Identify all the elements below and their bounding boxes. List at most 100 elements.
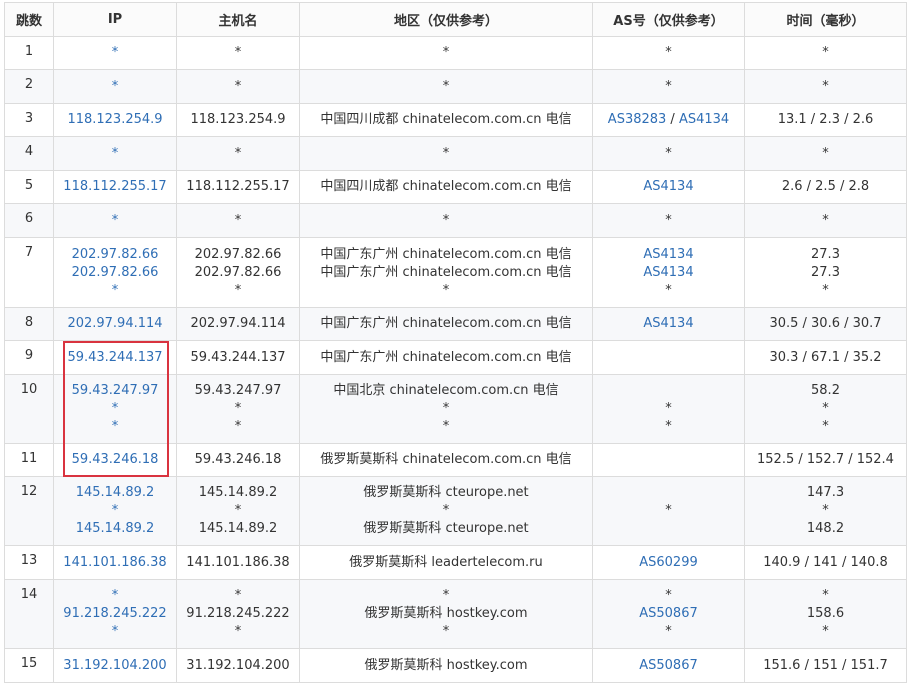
header-ip: IP bbox=[53, 2, 177, 37]
time-cell: 30.5 / 30.6 / 30.7 bbox=[744, 307, 907, 341]
ip-link[interactable]: 202.97.82.66 bbox=[54, 246, 176, 264]
hostname-cell: * bbox=[176, 69, 300, 104]
as-line: * bbox=[593, 145, 744, 163]
ip-link[interactable]: 59.43.246.18 bbox=[54, 451, 176, 469]
time-cell: 30.3 / 67.1 / 35.2 bbox=[744, 340, 907, 375]
hostname-text: * bbox=[234, 78, 242, 94]
hostname-text: 202.97.94.114 bbox=[190, 316, 286, 331]
ip-cell: 118.123.254.9 bbox=[53, 103, 177, 137]
region-cell: * bbox=[299, 136, 593, 171]
region-text: 俄罗斯莫斯科 cteurope.net bbox=[363, 521, 529, 536]
as-link[interactable]: AS4134 bbox=[643, 247, 693, 262]
as-placeholder: * bbox=[665, 419, 672, 434]
header-region: 地区（仅供参考） bbox=[299, 2, 593, 37]
ip-link[interactable]: 141.101.186.38 bbox=[54, 554, 176, 572]
as-line: AS4134 bbox=[593, 315, 744, 333]
time-cell: 58.2 * * bbox=[744, 374, 907, 444]
as-line bbox=[593, 349, 744, 367]
hostname-text: 145.14.89.2 bbox=[198, 485, 278, 500]
ip-link[interactable]: 145.14.89.2 bbox=[54, 484, 176, 502]
time-text: * bbox=[822, 78, 829, 94]
time-text: 30.5 / 30.6 / 30.7 bbox=[769, 316, 882, 331]
hostname-cell: 59.43.247.97 * * bbox=[176, 374, 300, 444]
table-row: 15 31.192.104.200 31.192.104.200 俄罗斯莫斯科 hos… bbox=[4, 648, 907, 683]
time-cell: 151.6 / 151 / 151.7 bbox=[744, 648, 907, 683]
time-cell: * bbox=[744, 69, 907, 104]
hostname-text: 202.97.82.66 bbox=[194, 264, 282, 280]
table-row: 3 118.123.254.9 118.123.254.9 中国四川成都 chinat… bbox=[4, 103, 907, 137]
ip-link[interactable]: 31.192.104.200 bbox=[54, 657, 176, 675]
time-text: 27.3 bbox=[811, 264, 840, 280]
ip-link[interactable]: 59.43.244.137 bbox=[54, 349, 176, 367]
time-cell: 152.5 / 152.7 / 152.4 bbox=[744, 443, 907, 477]
as-line: * bbox=[593, 44, 744, 62]
table-row: 1 * * * * * bbox=[4, 36, 907, 70]
as-cell: * bbox=[592, 476, 745, 546]
hop-number: 7 bbox=[4, 237, 54, 308]
as-line: AS4134 bbox=[593, 264, 744, 282]
time-cell: 2.6 / 2.5 / 2.8 bbox=[744, 170, 907, 204]
as-link[interactable]: AS4134 bbox=[643, 265, 693, 280]
region-text: 中国广东广州 chinatelecom.com.cn 电信 bbox=[320, 264, 572, 280]
region-cell: 俄罗斯莫斯科 cteurope.net * 俄罗斯莫斯科 cteurope.net bbox=[299, 476, 593, 546]
hostname-text: * bbox=[234, 212, 242, 228]
as-link[interactable]: AS38283 bbox=[608, 112, 667, 127]
hostname-text: * bbox=[234, 588, 242, 603]
region-text: 中国广东广州 chinatelecom.com.cn 电信 bbox=[320, 316, 572, 331]
as-line bbox=[593, 382, 744, 400]
region-text: * bbox=[442, 45, 450, 60]
region-cell: 俄罗斯莫斯科 hostkey.com bbox=[299, 648, 593, 683]
as-link[interactable]: AS60299 bbox=[639, 555, 698, 570]
as-line bbox=[593, 451, 744, 469]
hop-number: 8 bbox=[4, 307, 54, 341]
region-cell: * bbox=[299, 69, 593, 104]
as-placeholder: * bbox=[665, 624, 672, 639]
as-link[interactable]: AS50867 bbox=[639, 658, 698, 673]
ip-link[interactable]: 118.112.255.17 bbox=[54, 178, 176, 196]
region-text: 俄罗斯莫斯科 hostkey.com bbox=[364, 606, 528, 621]
region-cell: 中国广东广州 chinatelecom.com.cn 电信 中国广东广州 chin… bbox=[299, 237, 593, 308]
hop-number: 15 bbox=[4, 648, 54, 683]
as-link[interactable]: AS4134 bbox=[679, 112, 729, 127]
hostname-text: * bbox=[234, 401, 242, 416]
as-placeholder: * bbox=[665, 78, 672, 94]
hop-number: 9 bbox=[4, 340, 54, 375]
as-line: * bbox=[593, 400, 744, 418]
ip-link[interactable]: 59.43.247.97 bbox=[54, 382, 176, 400]
as-line: * bbox=[593, 282, 744, 300]
table-row: 5 118.112.255.17 118.112.255.17 中国四川成都 chin… bbox=[4, 170, 907, 204]
ip-cell: * bbox=[53, 69, 177, 104]
as-line: AS4134 bbox=[593, 178, 744, 196]
as-cell: * bbox=[592, 136, 745, 171]
time-text: * bbox=[822, 588, 829, 603]
as-link[interactable]: AS50867 bbox=[639, 606, 698, 621]
as-cell bbox=[592, 443, 745, 477]
time-text: 158.6 bbox=[806, 606, 845, 621]
ip-placeholder: * bbox=[111, 78, 119, 94]
as-cell: AS50867 bbox=[592, 648, 745, 683]
table-row: 8 202.97.94.114 202.97.94.114 中国广东广州 chinat… bbox=[4, 307, 907, 341]
hostname-text: 141.101.186.38 bbox=[186, 554, 290, 570]
ip-link[interactable]: 118.123.254.9 bbox=[54, 111, 176, 129]
region-cell: 中国四川成都 chinatelecom.com.cn 电信 bbox=[299, 103, 593, 137]
hop-number: 2 bbox=[4, 69, 54, 104]
ip-cell: 202.97.94.114 bbox=[53, 307, 177, 341]
ip-link[interactable]: 91.218.245.222 bbox=[54, 605, 176, 623]
ip-placeholder: * bbox=[111, 45, 119, 60]
as-placeholder: * bbox=[665, 588, 672, 603]
as-link[interactable]: AS4134 bbox=[643, 316, 693, 331]
table-body: 1 * * * * * 2 * * * * * 3 118.123.254.9 118.123.254.9 中… bbox=[4, 36, 907, 683]
as-cell: AS4134 bbox=[592, 307, 745, 341]
ip-link[interactable]: 145.14.89.2 bbox=[54, 520, 176, 538]
hostname-text: 202.97.82.66 bbox=[194, 246, 282, 262]
as-placeholder: * bbox=[665, 145, 672, 161]
time-cell: * 158.6 * bbox=[744, 579, 907, 649]
hostname-cell: * bbox=[176, 136, 300, 171]
ip-link[interactable]: 202.97.82.66 bbox=[54, 264, 176, 282]
ip-link[interactable]: 202.97.94.114 bbox=[54, 315, 176, 333]
table-row: 13 141.101.186.38 141.101.186.38 俄罗斯莫斯科 lea… bbox=[4, 545, 907, 580]
as-link[interactable]: AS4134 bbox=[643, 179, 693, 194]
table-row: 2 * * * * * bbox=[4, 69, 907, 104]
hostname-cell: 31.192.104.200 bbox=[176, 648, 300, 683]
as-line bbox=[593, 484, 744, 502]
